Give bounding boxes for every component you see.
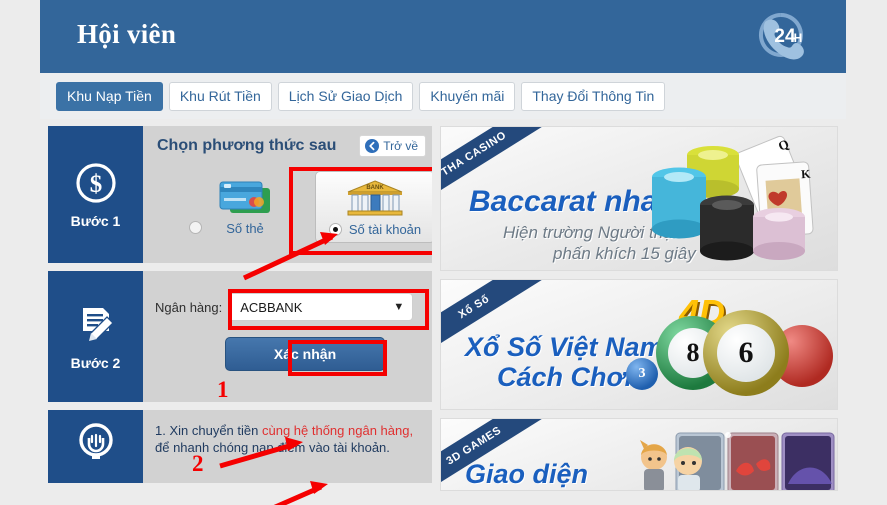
tab-khu-rut-tien[interactable]: Khu Rút Tiền xyxy=(168,81,272,111)
svg-text:K: K xyxy=(801,167,812,182)
tab-khuyen-mai[interactable]: Khuyến mãi xyxy=(419,81,516,111)
bank-select-row: Ngân hàng: ACBBANK ▼ xyxy=(143,271,432,321)
step-1-body: Chọn phương thức sau Trở về Số thẻ BANK … xyxy=(143,126,432,263)
tab-bar: Khu Nạp Tiền Khu Rút Tiền Lịch Sử Giao D… xyxy=(40,73,846,119)
step-2-badge: Bước 2 xyxy=(48,271,143,402)
step-3-panel: 1. Xin chuyển tiền cùng hệ thống ngân hà… xyxy=(48,410,432,483)
step-3-body: 1. Xin chuyển tiền cùng hệ thống ngân hà… xyxy=(143,410,432,483)
lottery-ball-1: 3 xyxy=(626,358,658,390)
step-2-body: Ngân hàng: ACBBANK ▼ Xác nhận xyxy=(143,271,432,402)
casino-chips-cards-art: Q K xyxy=(652,135,814,261)
bank-select-value: ACBBANK xyxy=(240,299,303,315)
banner-lottery-title-2: Cách Chơi xyxy=(497,362,633,392)
dollar-icon: $ xyxy=(75,162,116,203)
banner-baccarat[interactable]: THA CASINO Baccarat nhanh Hiện trường Ng… xyxy=(440,126,838,271)
banner-3d-games[interactable]: 3D GAMES Giao diện xyxy=(440,418,838,491)
chevron-left-icon xyxy=(365,138,380,153)
tab-lich-su-giao-dich[interactable]: Lịch Sử Giao Dịch xyxy=(277,81,414,111)
page-header: Hội viên 24 H xyxy=(40,0,846,73)
option-so-the-row: Số thẻ xyxy=(226,221,264,236)
step-2-panel: Bước 2 Ngân hàng: ACBBANK ▼ Xác nhận xyxy=(48,271,432,402)
step-1-title: Chọn phương thức sau xyxy=(157,136,337,154)
banner-3d-games-title: Giao diện xyxy=(465,459,589,489)
support-24h-icon[interactable]: 24 H xyxy=(753,10,809,62)
option-so-tai-khoan-row: Số tài khoản xyxy=(328,222,422,237)
support-24h-suffix: H xyxy=(794,31,803,45)
confirm-button[interactable]: Xác nhận xyxy=(225,337,385,371)
tab-thay-doi-thong-tin[interactable]: Thay Đổi Thông Tin xyxy=(521,81,666,111)
banner-lottery[interactable]: Xổ Số 4D Xổ Số Việt Nam Cách Chơi 3 8 6 xyxy=(440,279,838,410)
step-3-badge xyxy=(48,410,143,483)
option-so-tai-khoan-label: Số tài khoản xyxy=(348,222,422,237)
svg-text:$: $ xyxy=(89,171,102,198)
3d-game-characters-art xyxy=(640,432,835,490)
annotation-number-2: 2 xyxy=(192,451,204,476)
option-so-the[interactable]: Số thẻ xyxy=(185,171,305,243)
svg-text:BANK: BANK xyxy=(366,185,384,191)
lottery-ball-3: 6 xyxy=(717,324,775,382)
confirm-button-wrap: Xác nhận xyxy=(143,321,432,371)
note-text-part2: để nhanh chóng nạp điểm vào tài khoản. xyxy=(155,440,390,455)
radio-so-tai-khoan[interactable] xyxy=(328,223,342,236)
lightbulb-icon xyxy=(78,422,113,459)
note-text-highlight: cùng hệ thống ngân hàng, xyxy=(261,423,414,438)
bank-label: Ngân hàng: xyxy=(155,299,223,315)
note-index: 1. xyxy=(155,423,166,438)
deposit-notes: 1. Xin chuyển tiền cùng hệ thống ngân hà… xyxy=(143,410,432,456)
radio-so-the[interactable] xyxy=(189,221,202,234)
bank-select[interactable]: ACBBANK ▼ xyxy=(228,293,414,321)
payment-method-options: Số thẻ BANK Số tài khoản xyxy=(143,165,432,243)
step-1-badge: $ Bước 1 xyxy=(48,126,143,263)
page-title: Hội viên xyxy=(77,19,177,49)
bank-icon: BANK xyxy=(344,176,406,220)
step-2-label: Bước 2 xyxy=(70,354,121,371)
step-1-header: Chọn phương thức sau Trở về xyxy=(143,126,432,165)
step-1-label: Bước 1 xyxy=(70,212,121,229)
annotation-number-1: 1 xyxy=(217,377,229,402)
tab-khu-nap-tien[interactable]: Khu Nạp Tiền xyxy=(56,81,163,111)
page-root: Hội viên 24 H Khu Nạp Tiền Khu Rút Tiền … xyxy=(0,0,887,505)
deposit-form-column: $ Bước 1 Chọn phương thức sau Trở về Số … xyxy=(48,126,432,491)
content-area: $ Bước 1 Chọn phương thức sau Trở về Số … xyxy=(40,119,846,505)
note-text-part1: Xin chuyển tiền xyxy=(169,423,262,438)
promo-banner-column: THA CASINO Baccarat nhanh Hiện trường Ng… xyxy=(440,126,838,499)
credit-card-icon xyxy=(214,175,276,219)
document-pen-icon xyxy=(82,307,114,342)
option-so-tai-khoan[interactable]: BANK Số tài khoản xyxy=(315,171,432,243)
back-button-label: Trở về xyxy=(383,138,418,153)
lottery-ball-3-outer: 6 xyxy=(703,310,789,396)
option-so-the-label: Số thẻ xyxy=(226,221,264,236)
back-button[interactable]: Trở về xyxy=(359,134,426,157)
step-1-panel: $ Bước 1 Chọn phương thức sau Trở về Số … xyxy=(48,126,432,263)
banner-lottery-title-1: Xổ Số Việt Nam xyxy=(465,332,664,362)
chevron-down-icon: ▼ xyxy=(393,301,405,313)
